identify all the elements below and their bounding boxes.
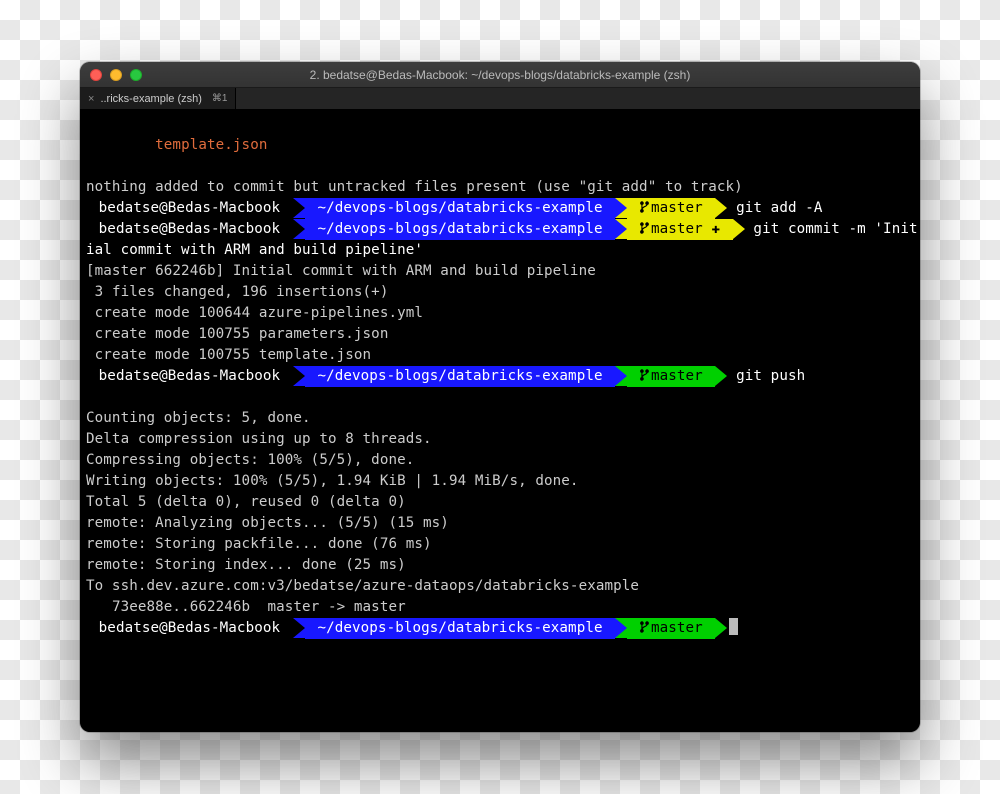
prompt-user: bedatse@Bedas-Macbook [86, 618, 293, 639]
prompt-sep-icon [293, 366, 305, 386]
prompt-sep-icon [293, 219, 305, 239]
output-line: Counting objects: 5, done. [86, 410, 311, 426]
prompt-sep-icon [715, 198, 727, 218]
dirty-icon: ✚ [711, 221, 720, 237]
prompt-sep-icon [733, 219, 745, 239]
tab-strip: × ..ricks-example (zsh) ⌘1 [80, 88, 920, 110]
terminal-window: 2. bedatse@Bedas-Macbook: ~/devops-blogs… [80, 62, 920, 732]
titlebar[interactable]: 2. bedatse@Bedas-Macbook: ~/devops-blogs… [80, 62, 920, 88]
output-line: 3 files changed, 196 insertions(+) [86, 284, 388, 300]
output-line: template.json [86, 137, 267, 153]
prompt-path: ~/devops-blogs/databricks-example [305, 219, 616, 240]
tab-label: ..ricks-example (zsh) [100, 93, 201, 105]
output-line: Writing objects: 100% (5/5), 1.94 KiB | … [86, 473, 579, 489]
prompt-path: ~/devops-blogs/databricks-example [305, 198, 616, 219]
prompt-branch: master [627, 618, 715, 639]
prompt-path: ~/devops-blogs/databricks-example [305, 366, 616, 387]
prompt-branch: master [627, 366, 715, 387]
tab-terminal[interactable]: × ..ricks-example (zsh) ⌘1 [80, 88, 236, 109]
output-line: Delta compression using up to 8 threads. [86, 431, 432, 447]
output-line: create mode 100755 template.json [86, 347, 371, 363]
prompt-sep-icon [715, 618, 727, 638]
output-line: Total 5 (delta 0), reused 0 (delta 0) [86, 494, 406, 510]
output-line: [master 662246b] Initial commit with ARM… [86, 263, 596, 279]
output-line: 73ee88e..662246b master -> master [86, 599, 406, 615]
command-text: git push [727, 368, 805, 384]
output-line: Compressing objects: 100% (5/5), done. [86, 452, 414, 468]
prompt-path: ~/devops-blogs/databricks-example [305, 618, 616, 639]
output-line: To ssh.dev.azure.com:v3/bedatse/azure-da… [86, 578, 639, 594]
git-branch-icon [640, 221, 651, 237]
prompt-branch: master [627, 198, 715, 219]
prompt-sep-icon [293, 198, 305, 218]
prompt-sep-icon [615, 198, 627, 218]
git-branch-icon [640, 368, 651, 384]
output-line: create mode 100755 parameters.json [86, 326, 388, 342]
prompt-sep-icon [615, 366, 627, 386]
prompt-sep-icon [293, 618, 305, 638]
output-line: create mode 100644 azure-pipelines.yml [86, 305, 423, 321]
prompt-sep-icon [615, 618, 627, 638]
output-line: remote: Storing index... done (25 ms) [86, 557, 406, 573]
prompt-sep-icon [615, 219, 627, 239]
cursor-icon [729, 618, 738, 635]
prompt-user: bedatse@Bedas-Macbook [86, 198, 293, 219]
git-branch-icon [640, 620, 651, 636]
prompt-user: bedatse@Bedas-Macbook [86, 366, 293, 387]
prompt-branch: master ✚ [627, 219, 732, 240]
prompt-sep-icon [715, 366, 727, 386]
git-branch-icon [640, 200, 651, 216]
output-line: remote: Analyzing objects... (5/5) (15 m… [86, 515, 449, 531]
tab-shortcut: ⌘1 [212, 93, 228, 104]
command-text: git add -A [727, 200, 822, 216]
output-line: nothing added to commit but untracked fi… [86, 179, 743, 195]
window-title: 2. bedatse@Bedas-Macbook: ~/devops-blogs… [80, 68, 920, 82]
tab-close-icon[interactable]: × [88, 93, 94, 105]
terminal-body[interactable]: template.json nothing added to commit bu… [80, 110, 920, 732]
output-line: remote: Storing packfile... done (76 ms) [86, 536, 432, 552]
prompt-user: bedatse@Bedas-Macbook [86, 219, 293, 240]
